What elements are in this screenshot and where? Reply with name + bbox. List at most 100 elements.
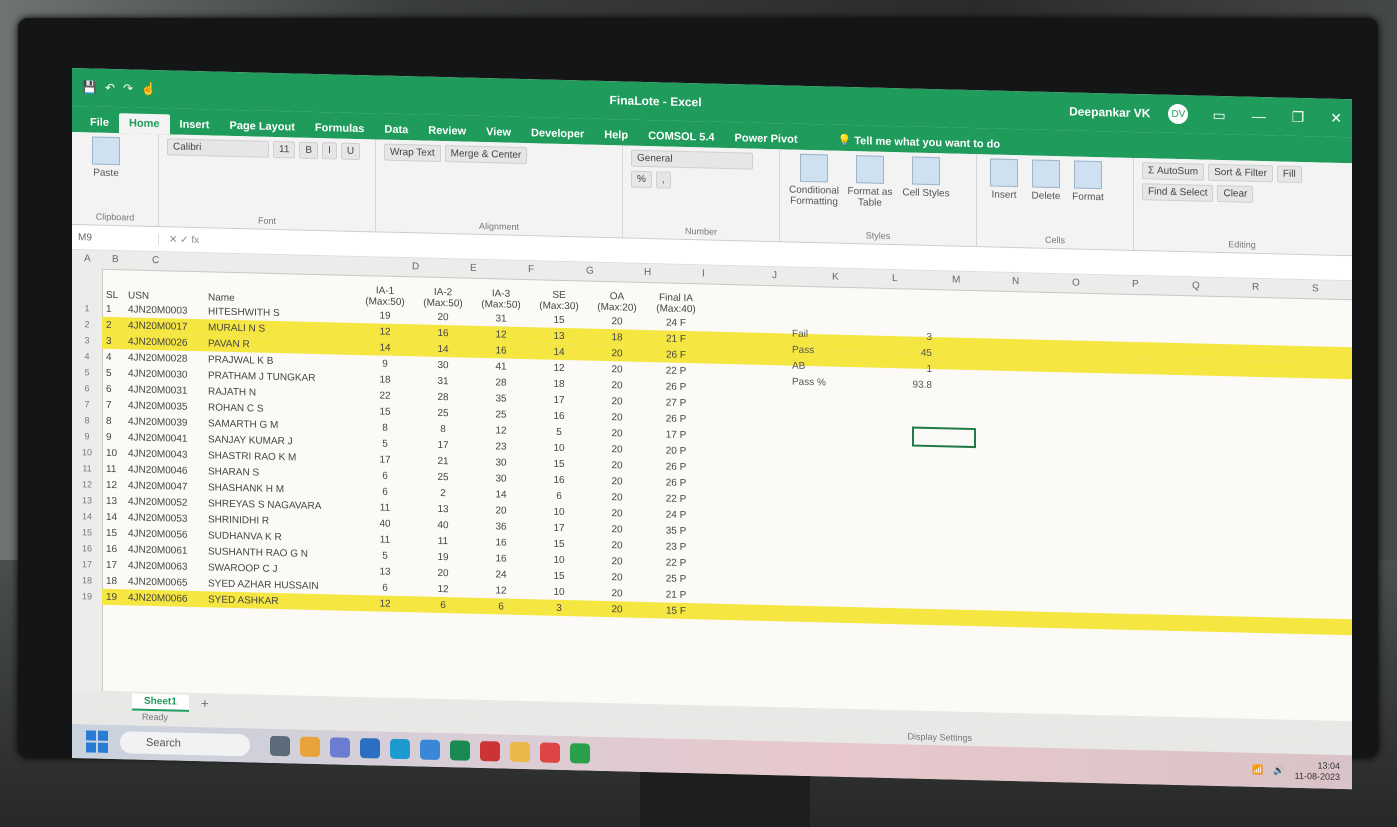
cell-oa[interactable]: 20 [586, 363, 644, 375]
cell-usn[interactable]: 4JN20M0061 [124, 544, 204, 557]
tab-review[interactable]: Review [418, 120, 476, 141]
row-header[interactable]: 9 [72, 428, 102, 445]
summary-label[interactable]: Pass [792, 344, 814, 356]
cell-usn[interactable]: 4JN20M0056 [124, 528, 204, 541]
row-header[interactable]: 6 [72, 380, 102, 397]
cell-ia1[interactable]: 40 [354, 517, 412, 529]
cell-ia2[interactable]: 12 [412, 583, 470, 595]
cell-ia3[interactable]: 30 [470, 456, 528, 468]
cell-ia2[interactable]: 40 [412, 519, 470, 531]
cell-ia3[interactable]: 14 [470, 488, 528, 500]
cell-oa[interactable]: 20 [586, 411, 644, 423]
conditional-formatting-button[interactable]: Conditional Formatting [788, 153, 840, 208]
column-header[interactable]: G [586, 266, 594, 277]
cell-oa[interactable]: 20 [586, 587, 644, 599]
cell-ia2[interactable]: 25 [412, 407, 470, 419]
cell-styles-button[interactable]: Cell Styles [900, 156, 952, 210]
font-size-select[interactable]: 11 [273, 140, 296, 159]
cell-ia1[interactable]: 14 [354, 341, 412, 353]
cell-oa[interactable]: 20 [586, 427, 644, 439]
cell-sl[interactable]: 9 [102, 431, 124, 443]
cell-se[interactable]: 3 [528, 602, 586, 614]
task-view-icon[interactable] [270, 735, 290, 757]
cell-ia2[interactable]: 6 [412, 599, 470, 611]
cell-oa[interactable]: 20 [586, 379, 644, 391]
cell-ia2[interactable]: 20 [412, 311, 470, 323]
cell-se[interactable]: 15 [528, 570, 586, 582]
cell-final[interactable]: 27 P [644, 396, 704, 409]
cell-ia3[interactable]: 16 [470, 344, 528, 356]
cell-usn[interactable]: 4JN20M0026 [124, 336, 204, 349]
column-header[interactable]: P [1132, 279, 1139, 290]
column-header[interactable]: J [772, 270, 777, 281]
cell-ia2[interactable]: 21 [412, 455, 470, 467]
column-header[interactable]: S [1312, 283, 1319, 294]
header-se[interactable]: SE (Max:30) [528, 289, 586, 313]
cell-usn[interactable]: 4JN20M0053 [124, 512, 204, 525]
cell-oa[interactable]: 20 [586, 491, 644, 503]
cell-ia3[interactable]: 35 [470, 392, 528, 404]
cell-ia1[interactable]: 8 [354, 421, 412, 433]
cell-oa[interactable]: 20 [586, 539, 644, 551]
cell-ia1[interactable]: 12 [354, 597, 412, 609]
cell-oa[interactable]: 20 [586, 571, 644, 583]
cell-ia2[interactable]: 20 [412, 567, 470, 579]
cell-final[interactable]: 26 P [644, 460, 704, 473]
taskbar-search[interactable]: Search [120, 731, 250, 757]
underline-button[interactable]: U [340, 142, 361, 161]
cell-name[interactable]: SHASTRI RAO K M [204, 450, 354, 465]
cell-sl[interactable]: 2 [102, 319, 124, 331]
cell-ia3[interactable]: 28 [470, 376, 528, 388]
cell-sl[interactable]: 16 [102, 543, 124, 555]
cell-name[interactable]: PAVAN R [204, 338, 354, 353]
cell-ia3[interactable]: 24 [470, 568, 528, 580]
row-header[interactable]: 4 [72, 348, 102, 365]
touch-mode-icon[interactable]: ☝ [141, 82, 156, 96]
cell-ia2[interactable]: 31 [412, 375, 470, 387]
minimize-button[interactable]: — [1252, 107, 1266, 124]
cell-final[interactable]: 15 F [644, 604, 704, 616]
cell-name[interactable]: MURALI N S [204, 322, 354, 337]
summary-value[interactable]: 93.8 [913, 379, 932, 390]
cell-sl[interactable]: 6 [102, 383, 124, 395]
cell-ia2[interactable]: 13 [412, 503, 470, 515]
sheet-tab[interactable]: Sheet1 [132, 692, 189, 712]
cell-name[interactable]: SHREYAS S NAGAVARA [204, 498, 354, 513]
summary-value[interactable]: 1 [926, 363, 932, 374]
cell-ia3[interactable]: 16 [470, 552, 528, 564]
cell-se[interactable]: 15 [528, 314, 586, 326]
row-header[interactable]: 12 [72, 476, 102, 493]
cell-ia1[interactable]: 6 [354, 469, 412, 481]
cell-name[interactable]: SANJAY KUMAR J [204, 434, 354, 449]
fx-icon[interactable]: ✕ ✓ fx [159, 234, 199, 246]
row-header[interactable]: 7 [72, 396, 102, 413]
cell-se[interactable]: 14 [528, 346, 586, 358]
cell-ia2[interactable]: 28 [412, 391, 470, 403]
name-box[interactable]: M9 [72, 231, 159, 245]
clock[interactable]: 13:04 11-08-2023 [1295, 760, 1340, 783]
cell-oa[interactable]: 20 [586, 443, 644, 455]
row-header[interactable]: 17 [72, 556, 102, 573]
row-header[interactable]: 8 [72, 412, 102, 429]
cell-sl[interactable]: 13 [102, 495, 124, 507]
format-as-table-button[interactable]: Format as Table [844, 155, 896, 209]
cell-oa[interactable]: 20 [586, 395, 644, 407]
column-header[interactable]: C [152, 255, 159, 266]
font-name-select[interactable]: Calibri [167, 138, 269, 158]
header-ia3[interactable]: IA-3 (Max:50) [470, 288, 528, 311]
cell-sl[interactable]: 3 [102, 335, 124, 347]
display-settings-button[interactable]: Display Settings [907, 731, 972, 743]
cell-sl[interactable]: 11 [102, 463, 124, 475]
redo-icon[interactable]: ↷ [123, 81, 133, 95]
cell-name[interactable]: RAJATH N [204, 386, 354, 401]
cell-ia3[interactable]: 12 [470, 424, 528, 436]
column-header[interactable]: Q [1192, 280, 1200, 291]
merge-center-button[interactable]: Merge & Center [444, 145, 528, 165]
cell-final[interactable]: 35 P [644, 524, 704, 537]
cell-se[interactable]: 6 [528, 490, 586, 502]
cell-sl[interactable]: 4 [102, 351, 124, 363]
cell-se[interactable]: 17 [528, 394, 586, 406]
fill-button[interactable]: Fill [1276, 165, 1302, 184]
cell-ia2[interactable]: 8 [412, 423, 470, 435]
summary-label[interactable]: Fail [792, 328, 808, 339]
